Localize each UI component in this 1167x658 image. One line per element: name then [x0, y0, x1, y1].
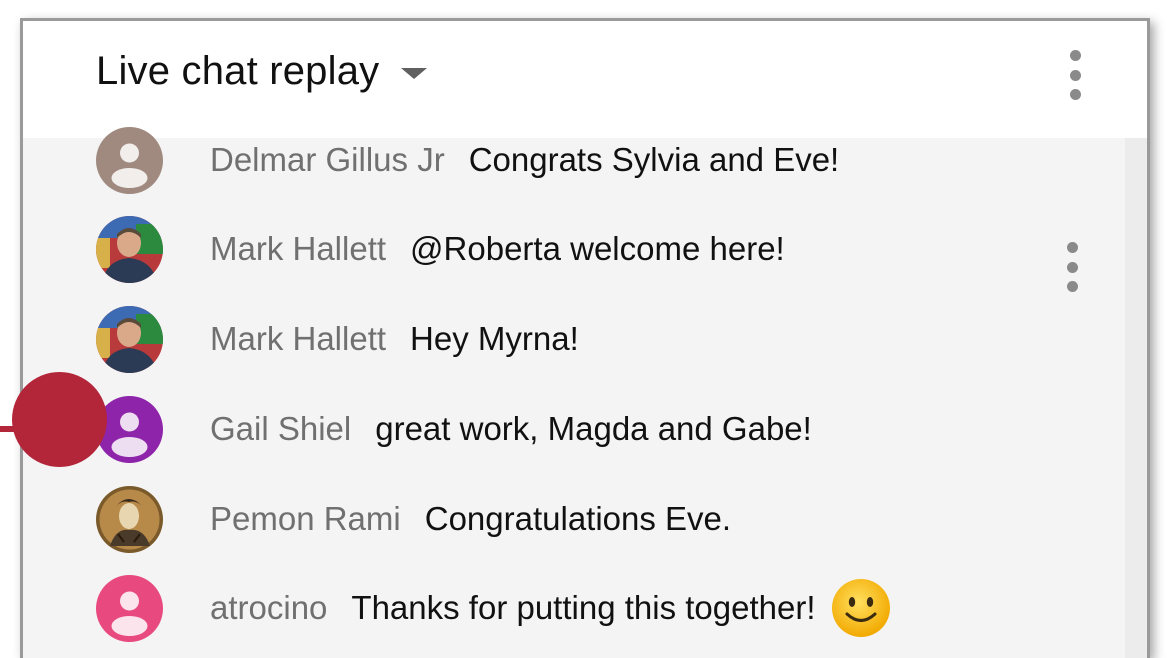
message-text: Congratulations Eve. — [424, 500, 732, 537]
message-author[interactable]: Mark Hallett — [210, 320, 386, 358]
scrollbar-track[interactable] — [1125, 138, 1147, 658]
chat-header: Live chat replay — [23, 21, 1147, 138]
message-author[interactable]: Mark Hallett — [210, 230, 386, 268]
highlight-marker-dot — [12, 372, 107, 467]
message-options-icon[interactable] — [1062, 242, 1082, 292]
chat-message: atrocino Thanks for putting this togethe… — [96, 573, 892, 643]
message-author[interactable]: Delmar Gillus Jr — [210, 141, 445, 179]
slightly-smiling-face-icon — [831, 579, 890, 637]
message-author[interactable]: Gail Shiel — [210, 410, 351, 448]
default-avatar-icon[interactable] — [96, 574, 163, 642]
message-author[interactable]: Pemon Rami — [210, 500, 401, 538]
chat-message: Delmar Gillus Jr Congrats Sylvia and Eve… — [96, 125, 839, 195]
chat-message: Gail Shiel great work, Magda and Gabe! — [96, 394, 812, 464]
message-author[interactable]: atrocino — [210, 589, 327, 627]
message-text: Thanks for putting this together! — [351, 589, 816, 626]
user-photo-avatar[interactable] — [96, 215, 163, 283]
chat-header-title: Live chat replay — [96, 49, 380, 93]
chat-mode-dropdown[interactable]: Live chat replay — [96, 49, 428, 94]
caret-down-icon — [401, 68, 428, 79]
message-text: @Roberta welcome here! — [410, 230, 785, 267]
default-avatar-icon[interactable] — [96, 395, 163, 463]
live-chat-panel: Live chat replay Delmar Gillus Jr Congra… — [20, 18, 1150, 658]
chat-message: Mark Hallett @Roberta welcome here! — [96, 214, 785, 284]
default-avatar-icon[interactable] — [96, 126, 163, 194]
message-text: Congrats Sylvia and Eve! — [468, 141, 840, 178]
illustrated-avatar[interactable] — [96, 485, 163, 553]
user-photo-avatar[interactable] — [96, 305, 163, 373]
message-text: great work, Magda and Gabe! — [375, 410, 812, 447]
message-text: Hey Myrna! — [410, 320, 579, 357]
more-options-icon[interactable] — [1065, 50, 1085, 100]
chat-message: Pemon Rami Congratulations Eve. — [96, 484, 731, 554]
chat-message: Mark Hallett Hey Myrna! — [96, 304, 579, 374]
